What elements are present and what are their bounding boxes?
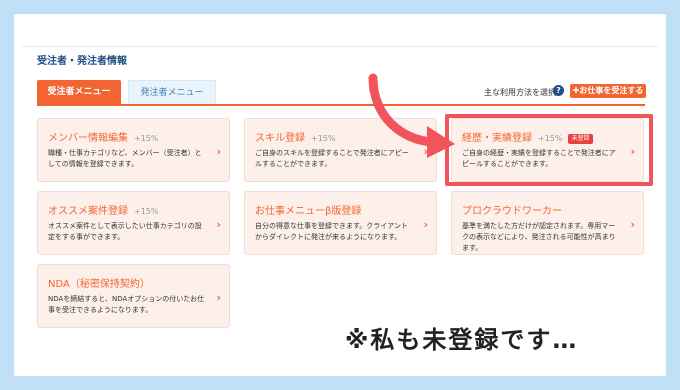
tab-client-menu[interactable]: 発注者メニュー	[128, 80, 216, 105]
tab-underline	[37, 104, 645, 106]
top-bar	[22, 36, 658, 47]
chevron-right-icon: ›	[630, 218, 635, 231]
card-pct: +15%	[134, 207, 159, 216]
card-desc: オススメ案件として表示したい仕事カテゴリの設定をする事ができます。	[48, 222, 202, 241]
card-title: NDA（秘密保持契約）	[48, 279, 150, 290]
card-nda[interactable]: NDA（秘密保持契約） NDAを締結すると、NDAオプションの付いたお仕事を受注…	[37, 264, 230, 328]
chevron-right-icon: ›	[216, 218, 221, 231]
card-work-menu[interactable]: お仕事メニューβ版登録 自分の得意な仕事を登録できます。クライアントからダイレク…	[244, 191, 437, 255]
card-title: メンバー情報編集 +15%	[48, 133, 159, 144]
accept-job-button[interactable]: ✚お仕事を受注する	[570, 84, 646, 98]
card-title: プロクラウドワーカー	[462, 206, 562, 217]
card-desc: 職種・仕事カテゴリなど、メンバー（受注者）としての情報を登録できます。	[48, 149, 202, 168]
card-recommended[interactable]: オススメ案件登録 +15% オススメ案件として表示したい仕事カテゴリの設定をする事…	[37, 191, 230, 255]
help-link[interactable]: 主な利用方法を選択	[484, 87, 556, 98]
card-member-info[interactable]: メンバー情報編集 +15% 職種・仕事カテゴリなど、メンバー（受注者）としての情報…	[37, 118, 230, 182]
section-title: 受注者・発注者情報	[37, 56, 127, 67]
card-title: スキル登録 +15%	[255, 133, 336, 144]
card-pro-worker[interactable]: プロクラウドワーカー 基準を満たした方だけが認定されます。専用マークの表示などに…	[451, 191, 644, 255]
highlight-box	[445, 114, 653, 186]
pointer-arrow	[368, 73, 455, 158]
chevron-right-icon: ›	[216, 145, 221, 158]
caption-text: ※私も未登録です…	[345, 326, 579, 354]
question-icon[interactable]: ?	[553, 85, 564, 96]
card-pct: +15%	[134, 134, 159, 143]
card-title: オススメ案件登録 +15%	[48, 206, 159, 217]
card-pct: +15%	[311, 134, 336, 143]
card-title: お仕事メニューβ版登録	[255, 206, 362, 217]
card-desc: 基準を満たした方だけが認定されます。専用マークの表示などにより、発注される可能性…	[462, 222, 616, 252]
card-desc: NDAを締結すると、NDAオプションの付いたお仕事を受注できるようになります。	[48, 295, 205, 314]
tab-contractor-menu[interactable]: 受注者メニュー	[37, 80, 121, 104]
chevron-right-icon: ›	[423, 218, 428, 231]
chevron-right-icon: ›	[216, 291, 221, 304]
card-desc: 自分の得意な仕事を登録できます。クライアントからダイレクトに発注が来るようになり…	[255, 222, 409, 241]
